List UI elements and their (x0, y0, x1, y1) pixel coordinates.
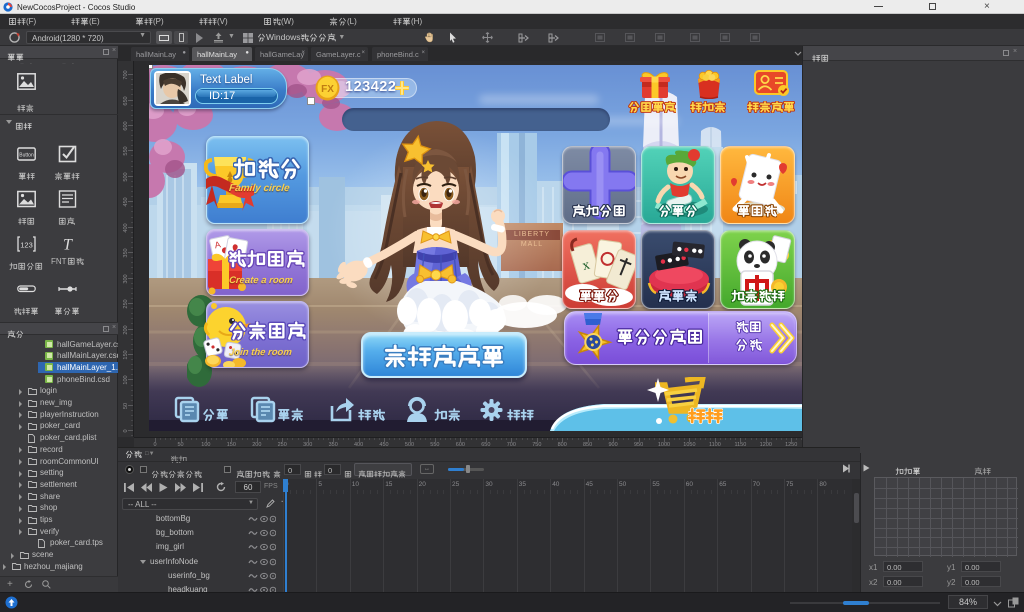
svg-text:123: 123 (20, 241, 33, 250)
svg-text:T: T (63, 237, 73, 254)
svg-text:FX: FX (321, 84, 334, 95)
svg-text:Button: Button (19, 153, 34, 159)
